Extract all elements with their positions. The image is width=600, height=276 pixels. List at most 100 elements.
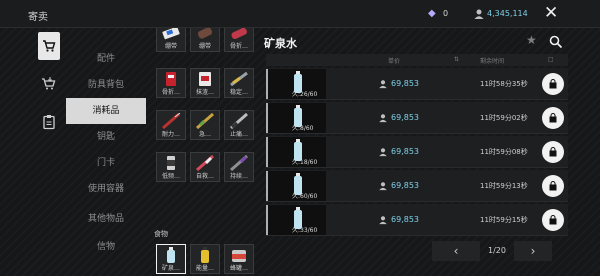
- coin-icon: [474, 9, 484, 19]
- remaining-time: 11时59分08秒: [480, 148, 528, 156]
- shopping-bag-icon: [549, 113, 557, 123]
- category-keys[interactable]: 钥匙: [66, 124, 146, 150]
- shopping-bag-icon: [549, 147, 557, 157]
- grid-tile[interactable]: 绷带: [190, 28, 220, 52]
- item-grid: 绷带 绷带 骨折… 骨折… 抹渣… 稳定… 耐力… 急… 止痛… 低频… 自救……: [154, 28, 254, 274]
- buy-button[interactable]: [542, 175, 564, 197]
- shopping-bag-icon: [549, 181, 557, 191]
- grid-tile[interactable]: 急…: [190, 110, 220, 140]
- pagination: ‹ 1/20 ›: [432, 241, 552, 263]
- grid-tile[interactable]: 低频…: [156, 152, 186, 182]
- crystal-icon: ◆: [428, 8, 436, 19]
- grid-tile[interactable]: 绷带: [156, 28, 186, 52]
- coin-icon: [379, 114, 387, 123]
- clipboard-icon: [43, 115, 55, 130]
- grid-tile-selected[interactable]: 矿泉…: [156, 244, 186, 274]
- category-keycards[interactable]: 门卡: [66, 150, 146, 176]
- category-armor-backpack[interactable]: 防具背包: [66, 72, 146, 98]
- table-row[interactable]: 久:26/60 69,853 11时58分35秒: [266, 68, 568, 100]
- stabilizer-icon: [230, 71, 248, 87]
- coin-icon: [379, 182, 387, 191]
- buy-button[interactable]: [542, 107, 564, 129]
- coin-icon: [379, 216, 387, 225]
- syringe-icon: [162, 113, 181, 129]
- grid-tile[interactable]: 骨折…: [224, 28, 254, 52]
- remaining-time: 11时59分15秒: [480, 216, 528, 224]
- coin-icon: [379, 148, 387, 157]
- sort-icon[interactable]: ⇅: [454, 56, 459, 63]
- item-thumbnail: 久:18/60: [266, 137, 326, 167]
- tab-orders[interactable]: [38, 108, 60, 136]
- close-button[interactable]: ✕: [544, 4, 558, 22]
- next-page-button[interactable]: ›: [514, 241, 552, 261]
- water-bottle-icon: [167, 247, 175, 263]
- grid-tile[interactable]: 自救…: [190, 152, 220, 182]
- splint-icon: [231, 28, 247, 40]
- chevron-left-icon: ‹: [453, 244, 459, 258]
- grid-tile[interactable]: 能量…: [190, 244, 220, 274]
- pen-injector-icon: [230, 155, 248, 171]
- price-value: 69,853: [391, 147, 419, 156]
- category-misc[interactable]: 其他物品: [66, 206, 146, 232]
- tab-sell[interactable]: [38, 70, 60, 98]
- favorite-star-icon[interactable]: ★: [526, 33, 537, 47]
- grid-tile[interactable]: 骨折…: [156, 68, 186, 98]
- grid-tile[interactable]: 蜂罐…: [224, 244, 254, 274]
- buy-button[interactable]: [542, 73, 564, 95]
- remaining-time: 11时58分35秒: [480, 80, 528, 88]
- category-attachments[interactable]: 配件: [66, 46, 146, 72]
- remaining-time: 11时59分13秒: [480, 182, 528, 190]
- item-name: 矿泉水: [264, 37, 297, 50]
- painkiller-icon: [230, 113, 248, 129]
- price-value: 69,853: [391, 215, 419, 224]
- tourniquet-icon: [199, 72, 211, 86]
- bandage-icon: [162, 28, 180, 40]
- grid-tile[interactable]: 稳定…: [224, 68, 254, 98]
- page-title: 寄卖: [28, 12, 48, 23]
- crystal-balance: 0: [443, 9, 449, 18]
- grid-tile[interactable]: 止痛…: [224, 110, 254, 140]
- section-food-label: 食物: [154, 230, 168, 238]
- category-consumables[interactable]: 消耗品: [66, 98, 146, 124]
- medkit-icon: [166, 72, 176, 86]
- category-tokens[interactable]: 信物: [66, 234, 146, 260]
- buy-button[interactable]: [542, 141, 564, 163]
- item-thumbnail: 久:8/60: [266, 103, 326, 133]
- shopping-bag-icon: [549, 79, 557, 89]
- remaining-time: 11时59分02秒: [480, 114, 528, 122]
- cart-icon: [43, 40, 56, 52]
- category-containers[interactable]: 使用容器: [66, 176, 146, 202]
- column-price: 单价: [388, 58, 401, 65]
- table-row[interactable]: 久:60/60 69,853 11时59分13秒: [266, 170, 568, 202]
- buy-button[interactable]: [542, 209, 564, 231]
- search-icon[interactable]: [549, 35, 563, 49]
- grid-tile[interactable]: 耐力…: [156, 110, 186, 140]
- item-thumbnail: 久:26/60: [266, 69, 326, 99]
- table-row[interactable]: 久:8/60 69,853 11时59分02秒: [266, 102, 568, 134]
- coin-balance: 4,345,114: [487, 9, 528, 18]
- canned-food-icon: [232, 250, 246, 262]
- grid-tile[interactable]: 抹渣…: [190, 68, 220, 98]
- prev-page-button[interactable]: ‹: [432, 241, 480, 261]
- item-thumbnail: 久:33/60: [266, 205, 326, 235]
- listing-panel: 矿泉水 ★ 单价 ⇅ 剩余时间 □ 久:26/60 69,853 11时58分3…: [262, 28, 572, 274]
- coin-icon: [379, 80, 387, 89]
- column-time: 剩余时间: [480, 58, 505, 65]
- item-thumbnail: 久:60/60: [266, 171, 326, 201]
- table-header: 单价 ⇅ 剩余时间 □: [266, 54, 568, 66]
- price-value: 69,853: [391, 79, 419, 88]
- cart-sell-icon: [42, 77, 56, 90]
- grid-tile[interactable]: 持续…: [224, 152, 254, 182]
- price-value: 69,853: [391, 181, 419, 190]
- injector-icon: [196, 113, 214, 129]
- wrap-bandage-icon: [197, 28, 213, 39]
- pill-bottle-icon: [167, 156, 175, 170]
- top-bar: 寄卖 ◆ 0 4,345,114 ✕: [0, 0, 600, 28]
- table-row[interactable]: 久:18/60 69,853 11时59分08秒: [266, 136, 568, 168]
- energy-drink-icon: [201, 247, 209, 263]
- tab-market[interactable]: [38, 32, 60, 60]
- column-action: □: [548, 56, 554, 63]
- price-value: 69,853: [391, 113, 419, 122]
- chevron-right-icon: ›: [530, 244, 536, 258]
- table-row[interactable]: 久:33/60 69,853 11时59分15秒: [266, 204, 568, 236]
